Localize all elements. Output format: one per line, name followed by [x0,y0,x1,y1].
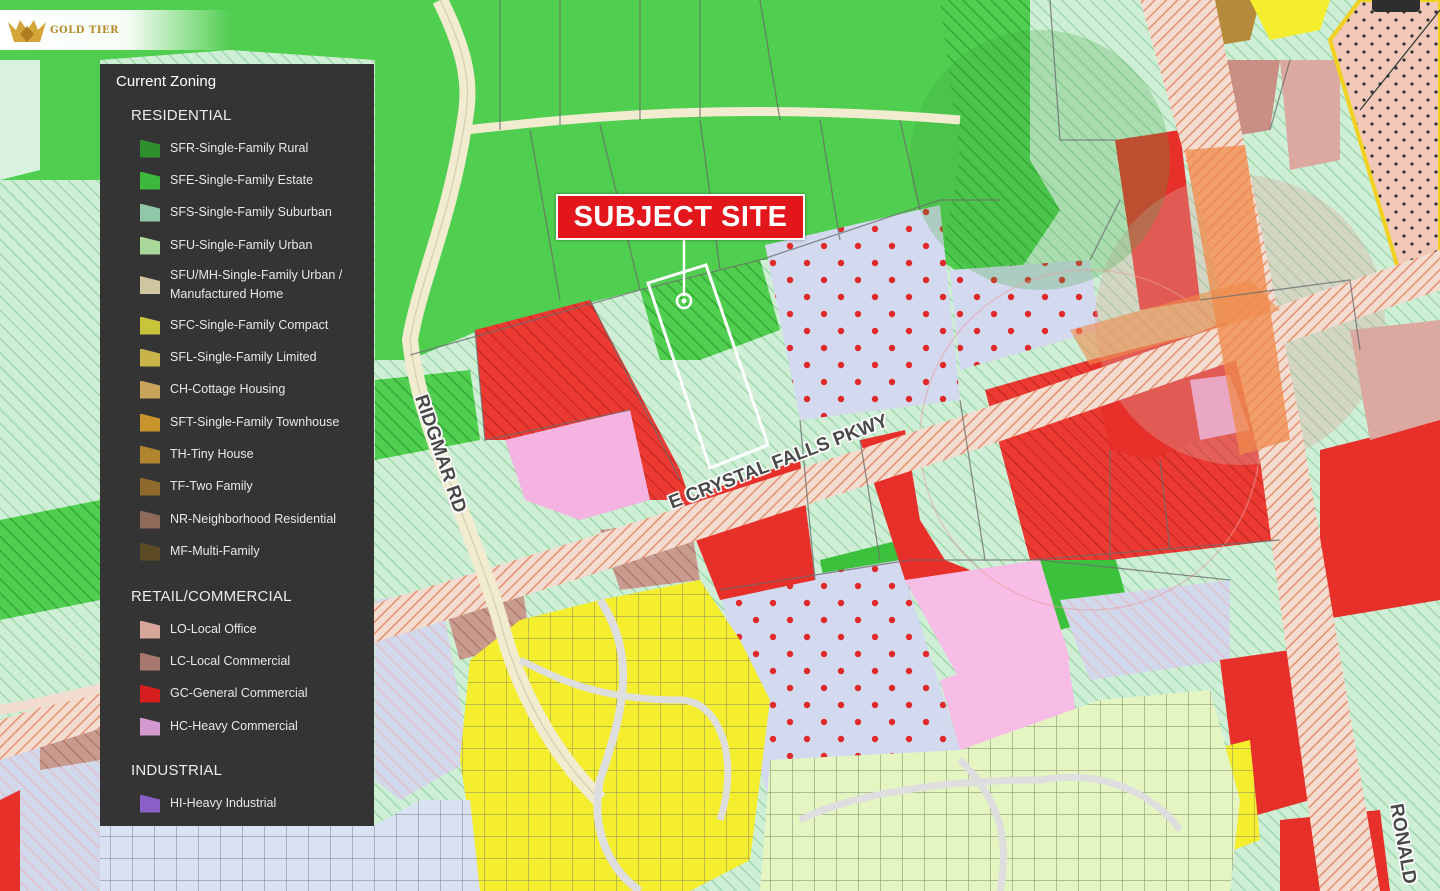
legend-swatch [140,203,160,222]
zone-sfu-corner [0,60,40,180]
legend-item-label: HC-Heavy Commercial [170,719,298,733]
legend-swatch [140,684,160,703]
subject-site-marker-dot [681,298,687,304]
legend-item-sfe[interactable]: SFE-Single-Family Estate [140,171,366,190]
subject-site-label[interactable]: SUBJECT SITE [556,194,805,240]
zoning-legend: Current Zoning RESIDENTIAL SFR-Single-Fa… [100,64,374,826]
legend-item-mf[interactable]: MF-Multi-Family [140,542,366,561]
legend-section-retail: RETAIL/COMMERCIAL [131,588,292,605]
zone-gc-sw[interactable] [0,790,20,891]
legend-swatch [140,348,160,367]
legend-item-label: CH-Cottage Housing [170,382,286,396]
zone-lo-north2[interactable] [1280,60,1340,170]
legend-item-th[interactable]: TH-Tiny House [140,445,366,464]
legend-swatch [140,276,160,294]
legend-swatch [140,477,160,496]
legend-item-label: LC-Local Commercial [170,654,291,668]
legend-swatch [140,171,160,190]
legend-item-sfs[interactable]: SFS-Single-Family Suburban [140,203,366,222]
legend-swatch [140,620,160,639]
legend-item-gc[interactable]: GC-General Commercial [140,684,366,703]
legend-item-sfu-mh[interactable]: SFU/MH-Single-Family Urban / Manufacture… [140,266,366,304]
legend-item-sfr[interactable]: SFR-Single-Family Rural [140,139,366,158]
legend-item-tf[interactable]: TF-Two Family [140,477,366,496]
legend-item-label: SFT-Single-Family Townhouse [170,415,340,429]
legend-swatch [140,510,160,529]
legend-item-label: MF-Multi-Family [170,544,260,558]
legend-item-label: SFR-Single-Family Rural [170,141,309,155]
legend-swatch [140,794,160,813]
legend-item-label: SFU-Single-Family Urban [170,238,313,252]
legend-section-residential: RESIDENTIAL [131,107,232,124]
legend-swatch [140,413,160,432]
legend-swatch [140,380,160,399]
legend-item-label: SFS-Single-Family Suburban [170,205,332,219]
legend-swatch [140,717,160,736]
legend-swatch [140,652,160,671]
legend-swatch [140,316,160,335]
legend-item-nr[interactable]: NR-Neighborhood Residential [140,510,366,529]
zone-sfr-west[interactable] [0,500,100,620]
legend-item-label: GC-General Commercial [170,686,308,700]
legend-item-hi[interactable]: HI-Heavy Industrial [140,794,366,813]
legend-item-label: SFU/MH-Single-Family Urban / Manufacture… [170,268,343,301]
legend-item-label: NR-Neighborhood Residential [170,512,337,526]
legend-item-label: TF-Two Family [170,479,253,493]
legend-item-label: SFE-Single-Family Estate [170,173,314,187]
legend-item-label: LO-Local Office [170,622,257,636]
legend-item-lc[interactable]: LC-Local Commercial [140,652,366,671]
zone-gc-far-east[interactable] [1320,420,1440,620]
legend-item-sfc[interactable]: SFC-Single-Family Compact [140,316,366,335]
brand-logo: GOLD TIER [0,10,232,50]
legend-swatch [140,542,160,561]
legend-title: Current Zoning [116,73,217,90]
legend-swatch [140,236,160,255]
legend-item-hc[interactable]: HC-Heavy Commercial [140,717,366,736]
legend-item-label: HI-Heavy Industrial [170,796,277,810]
map-control-button[interactable] [1372,0,1420,12]
legend-item-sft[interactable]: SFT-Single-Family Townhouse [140,413,366,432]
legend-item-sfu[interactable]: SFU-Single-Family Urban [140,236,366,255]
legend-item-label: SFL-Single-Family Limited [170,350,317,364]
legend-item-sfl[interactable]: SFL-Single-Family Limited [140,348,366,367]
legend-swatch [140,139,160,158]
legend-item-label: TH-Tiny House [170,447,254,461]
legend-section-industrial: INDUSTRIAL [131,762,223,779]
crown-icon [8,20,46,42]
legend-item-ch[interactable]: CH-Cottage Housing [140,380,366,399]
legend-item-label: SFC-Single-Family Compact [170,318,329,332]
legend-swatch [140,445,160,464]
buffer-circle-north [910,30,1170,290]
legend-item-lo[interactable]: LO-Local Office [140,620,366,639]
brand-logo-text: GOLD TIER [50,24,119,36]
